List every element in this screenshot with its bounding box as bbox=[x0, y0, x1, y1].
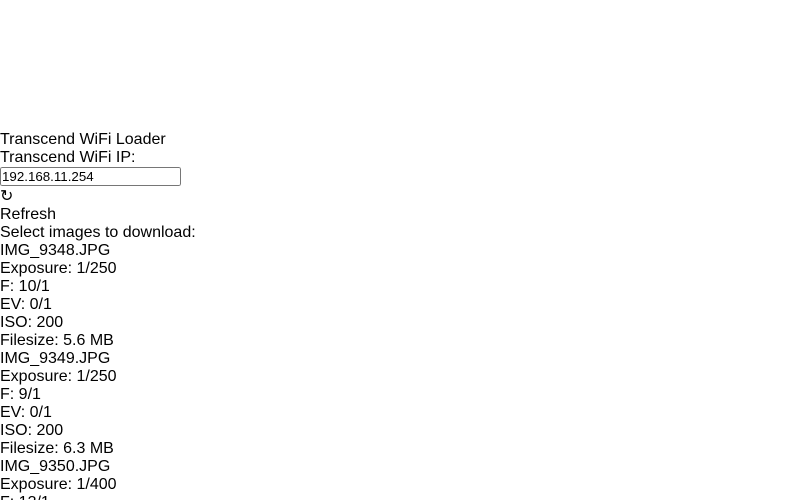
exif-line: F: 9/1 bbox=[0, 386, 800, 404]
title-bar[interactable]: Transcend WiFi Loader bbox=[0, 131, 800, 149]
exif-line: Exposure: 1/250 bbox=[0, 368, 800, 386]
image-exif: Exposure: 1/400F: 13/1EV: 0/1ISO: 200Fil… bbox=[0, 476, 800, 500]
image-exif: Exposure: 1/250F: 10/1EV: 0/1ISO: 200Fil… bbox=[0, 260, 800, 350]
ip-label: Transcend WiFi IP: bbox=[0, 149, 800, 167]
exif-line: F: 10/1 bbox=[0, 278, 800, 296]
image-filename: IMG_9350.JPG bbox=[0, 458, 110, 475]
exif-line: Exposure: 1/400 bbox=[0, 476, 800, 494]
select-images-label: Select images to download: bbox=[0, 224, 800, 242]
exif-line: EV: 0/1 bbox=[0, 404, 800, 422]
wallpaper-stars bbox=[0, 0, 800, 131]
exif-line: EV: 0/1 bbox=[0, 296, 800, 314]
window-title: Transcend WiFi Loader bbox=[0, 131, 800, 149]
image-filename: IMG_9349.JPG bbox=[0, 350, 110, 367]
exif-line: F: 13/1 bbox=[0, 494, 800, 500]
exif-line: ISO: 200 bbox=[0, 314, 800, 332]
exif-line: Filesize: 5.6 MB bbox=[0, 332, 800, 350]
image-list: IMG_9348.JPG Exposure: 1/250F: 10/1EV: 0… bbox=[0, 242, 800, 500]
list-item: IMG_9350.JPG Exposure: 1/400F: 13/1EV: 0… bbox=[0, 458, 800, 500]
exif-line: Exposure: 1/250 bbox=[0, 260, 800, 278]
refresh-label: Refresh bbox=[0, 206, 800, 224]
refresh-icon[interactable]: ↻ bbox=[0, 186, 800, 206]
image-exif: Exposure: 1/250F: 9/1EV: 0/1ISO: 200File… bbox=[0, 368, 800, 458]
app-window: Transcend WiFi Loader Transcend WiFi IP:… bbox=[0, 131, 800, 500]
ip-input[interactable] bbox=[0, 167, 181, 186]
list-item: IMG_9349.JPG Exposure: 1/250F: 9/1EV: 0/… bbox=[0, 350, 800, 458]
desktop: Transcend WiFi Loader Transcend WiFi IP:… bbox=[0, 0, 800, 500]
image-rows: IMG_9348.JPG Exposure: 1/250F: 10/1EV: 0… bbox=[0, 242, 800, 500]
exif-line: Filesize: 6.3 MB bbox=[0, 440, 800, 458]
list-item: IMG_9348.JPG Exposure: 1/250F: 10/1EV: 0… bbox=[0, 242, 800, 350]
image-filename: IMG_9348.JPG bbox=[0, 242, 110, 259]
exif-line: ISO: 200 bbox=[0, 422, 800, 440]
